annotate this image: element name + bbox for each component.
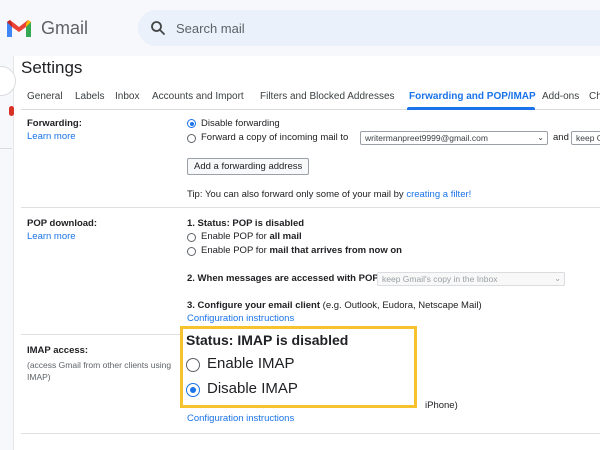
imap-client-note: iPhone) xyxy=(425,400,458,411)
enable-pop-all-radio[interactable] xyxy=(187,233,196,242)
tab-accounts-and-import[interactable]: Accounts and Import xyxy=(152,91,244,102)
app-brand: Gmail xyxy=(41,18,89,38)
add-forwarding-address-button[interactable]: Add a forwarding address xyxy=(187,158,310,175)
imap-configuration-instructions-link[interactable]: Configuration instructions xyxy=(187,413,294,424)
tip-text: Tip: You can also forward only some of y… xyxy=(187,189,404,200)
disable-forwarding-radio[interactable] xyxy=(187,119,196,128)
search-icon[interactable] xyxy=(150,20,166,36)
gmail-logo-icon[interactable] xyxy=(6,17,32,39)
forward-email-value: writermanpreet9999@gmail.com xyxy=(365,133,488,143)
pop-configure-client: 3. Configure your email client (e.g. Out… xyxy=(187,300,482,311)
tab-forwarding-pop-imap[interactable]: Forwarding and POP/IMAP xyxy=(409,91,536,102)
tab-inbox[interactable]: Inbox xyxy=(115,91,139,102)
keep-copy-value: keep Gmail's copy xyxy=(576,133,600,143)
pop-when-accessed: 2. When messages are accessed with POP xyxy=(187,273,379,284)
forward-copy-radio[interactable] xyxy=(187,134,196,143)
keep-copy-select[interactable]: keep Gmail's copy xyxy=(571,131,600,145)
disable-imap-radio[interactable] xyxy=(186,383,200,397)
tab-add-ons[interactable]: Add-ons xyxy=(542,91,579,102)
imap-status: Status: IMAP is disabled xyxy=(186,332,349,348)
forwarding-learn-more-link[interactable]: Learn more xyxy=(27,131,76,142)
imap-description: (access Gmail from other clients using I… xyxy=(27,360,172,382)
tab-filters-and-blocked[interactable]: Filters and Blocked Addresses xyxy=(260,91,395,102)
create-filter-link[interactable]: creating a filter! xyxy=(406,189,471,200)
section-divider xyxy=(21,334,181,335)
pop-access-action-select[interactable]: keep Gmail's copy in the Inbox ⌄ xyxy=(377,272,565,286)
disable-imap-label[interactable]: Disable IMAP xyxy=(207,380,298,397)
chevron-down-icon: ⌄ xyxy=(554,274,561,283)
section-divider xyxy=(21,207,600,208)
section-divider xyxy=(21,433,600,434)
enable-pop-new-label[interactable]: Enable POP for mail that arrives from no… xyxy=(201,245,402,256)
pop-learn-more-link[interactable]: Learn more xyxy=(27,231,76,242)
active-tab-indicator xyxy=(407,107,535,110)
and-text: and xyxy=(553,132,569,143)
forwarding-label: Forwarding: xyxy=(27,118,82,129)
rail-divider xyxy=(0,148,12,149)
pop-access-action-value: keep Gmail's copy in the Inbox xyxy=(382,274,498,284)
tab-chat[interactable]: Chat xyxy=(589,91,600,102)
pop-configure-rest: (e.g. Outlook, Eudora, Netscape Mail) xyxy=(322,300,482,311)
disable-forwarding-label[interactable]: Disable forwarding xyxy=(201,118,280,129)
search-input[interactable] xyxy=(176,17,476,39)
enable-pop-new-bold: mail that arrives from now on xyxy=(269,245,402,256)
pop-configuration-instructions-link[interactable]: Configuration instructions xyxy=(187,313,294,324)
pop-configure-bold: 3. Configure your email client xyxy=(187,300,321,311)
tab-general[interactable]: General xyxy=(27,91,63,102)
forwarding-tip: Tip: You can also forward only some of y… xyxy=(187,189,471,200)
page-title: Settings xyxy=(21,58,83,77)
enable-pop-new-radio[interactable] xyxy=(187,247,196,256)
enable-imap-radio[interactable] xyxy=(186,358,200,372)
enable-pop-new-prefix: Enable POP for xyxy=(201,245,267,256)
imap-access-label: IMAP access: xyxy=(27,345,89,356)
enable-pop-all-bold: all mail xyxy=(269,231,302,242)
forward-email-select[interactable]: writermanpreet9999@gmail.com ⌄ xyxy=(360,131,548,145)
enable-imap-label[interactable]: Enable IMAP xyxy=(207,355,295,372)
settings-tabs: General Labels Inbox Accounts and Import… xyxy=(21,84,600,110)
notification-dot xyxy=(9,106,14,116)
pop-status: 1. Status: POP is disabled xyxy=(187,218,305,229)
enable-pop-all-prefix: Enable POP for xyxy=(201,231,267,242)
pop-download-label: POP download: xyxy=(27,218,98,229)
enable-pop-all-label[interactable]: Enable POP for all mail xyxy=(201,231,302,242)
tab-labels[interactable]: Labels xyxy=(75,91,104,102)
chevron-down-icon: ⌄ xyxy=(537,133,544,142)
forward-copy-label[interactable]: Forward a copy of incoming mail to xyxy=(201,132,348,143)
